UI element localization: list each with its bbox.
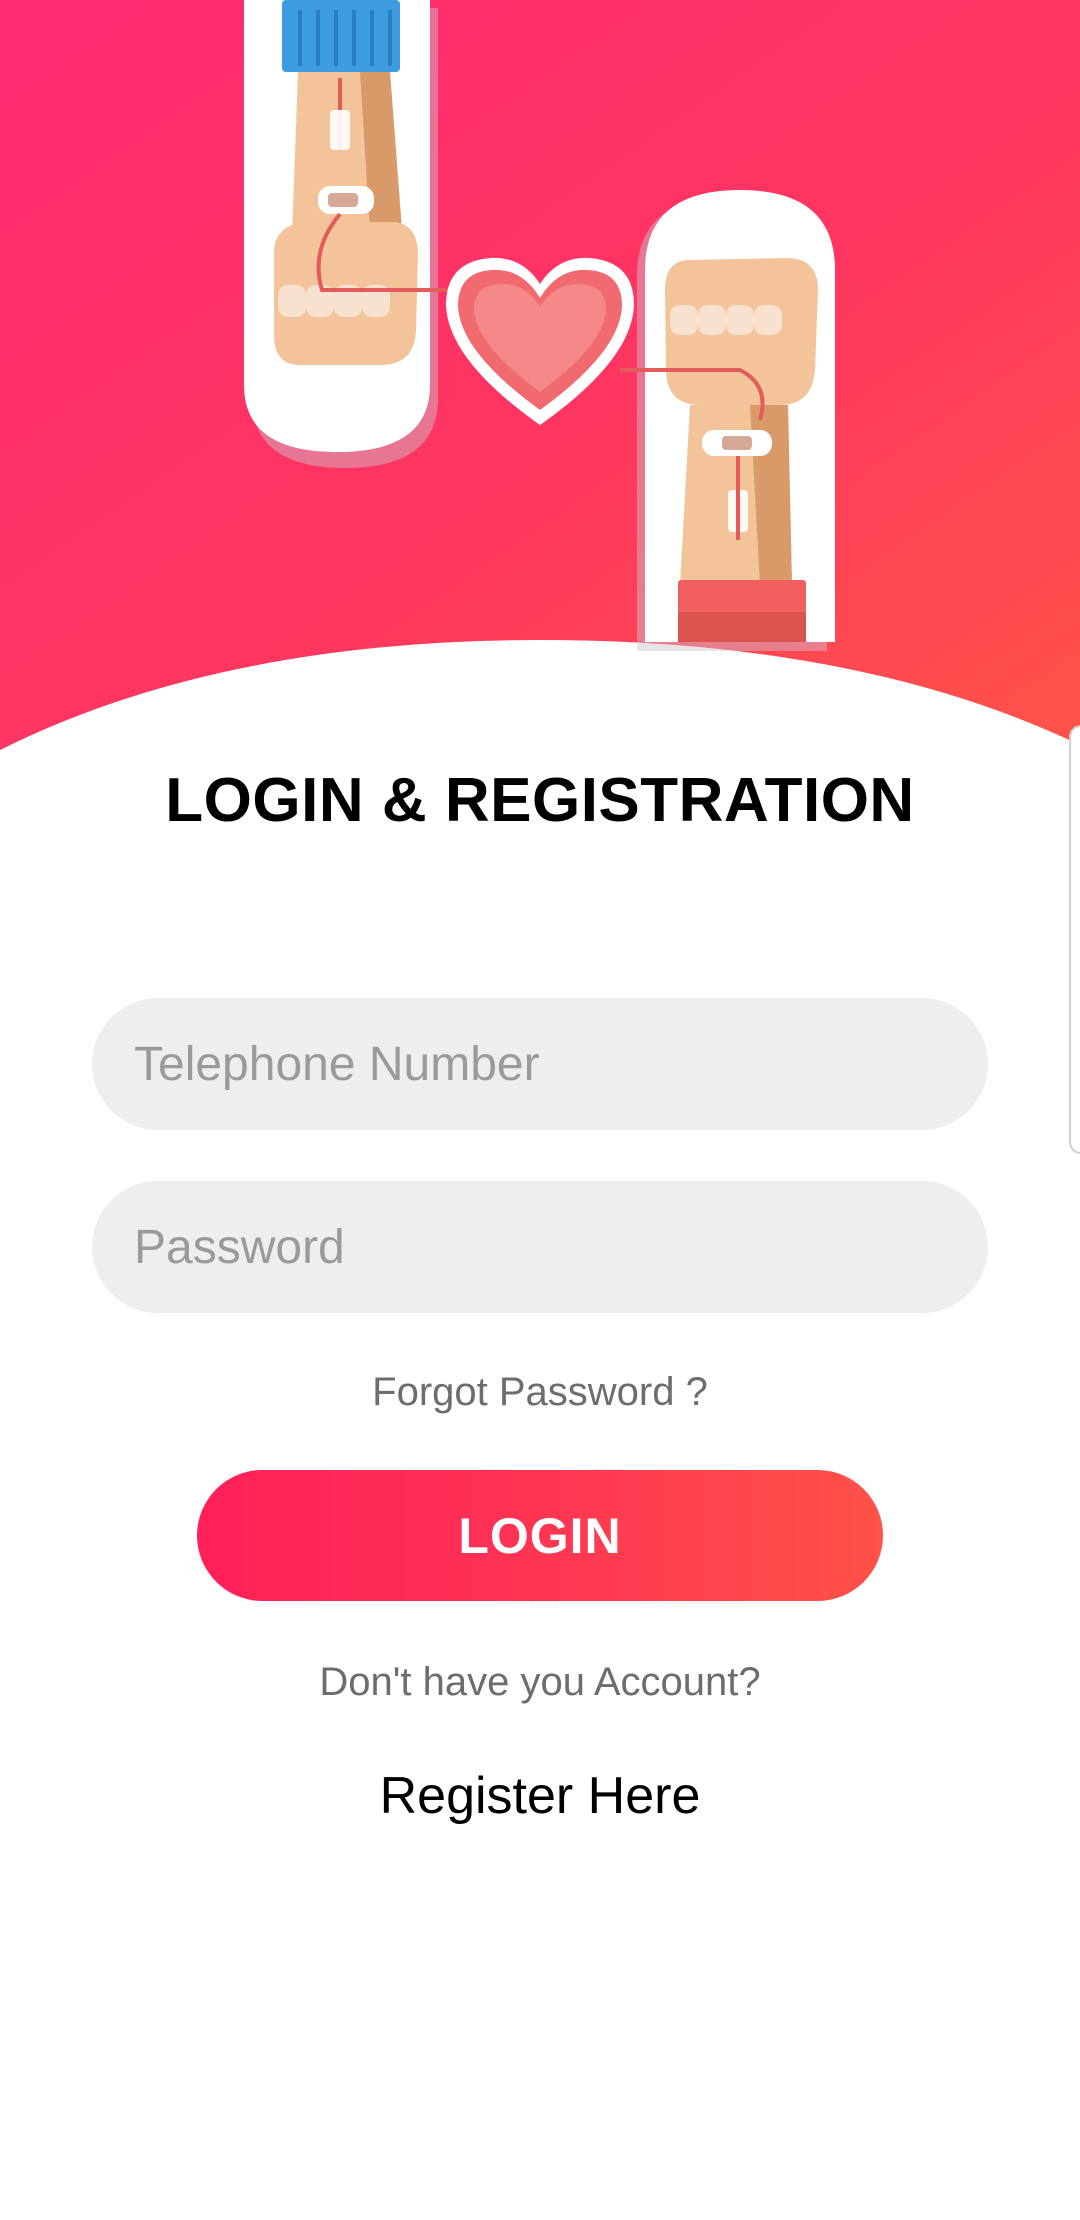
phone-input[interactable] xyxy=(132,1035,948,1093)
edge-panel-handle[interactable] xyxy=(1069,725,1080,1154)
left-arm-icon xyxy=(244,0,450,468)
phone-field[interactable] xyxy=(92,998,988,1130)
no-account-text: Don't have you Account? xyxy=(319,1660,761,1704)
login-button[interactable]: LOGIN xyxy=(197,1470,883,1601)
register-link[interactable]: Register Here xyxy=(0,1766,1080,1826)
password-field[interactable] xyxy=(92,1181,988,1313)
password-input[interactable] xyxy=(132,1218,948,1276)
hero-illustration xyxy=(0,0,1080,800)
right-arm-icon xyxy=(620,190,835,651)
page-title: LOGIN & REGISTRATION xyxy=(165,766,915,835)
forgot-password-link[interactable]: Forgot Password ? xyxy=(0,1370,1080,1415)
